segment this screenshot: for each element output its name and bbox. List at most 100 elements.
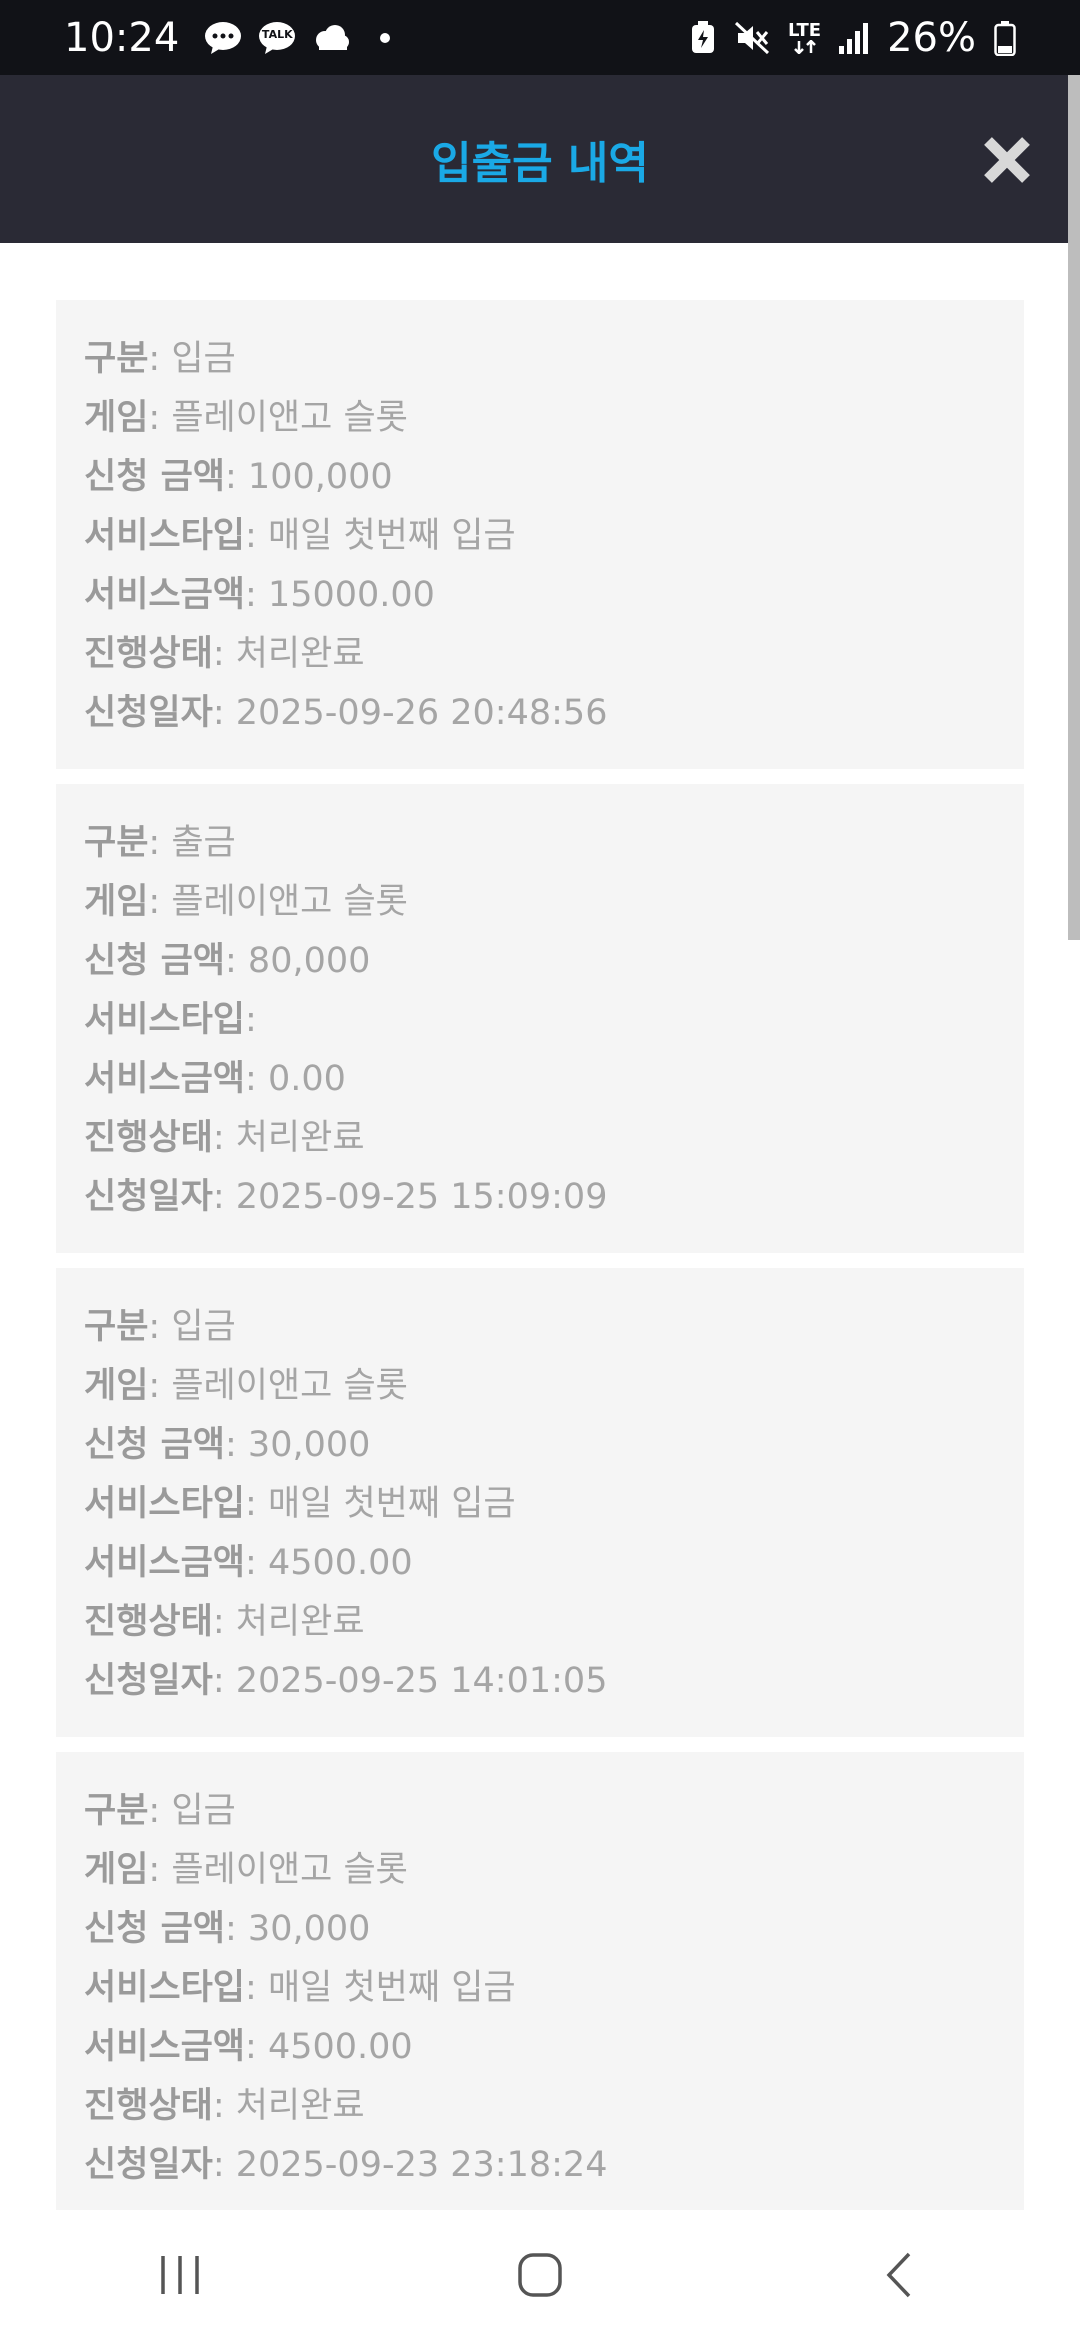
- field-separator: :: [212, 1602, 236, 1642]
- record-row-type: 구분: 출금: [84, 814, 996, 873]
- field-label: 신청 금액: [84, 457, 225, 497]
- field-label: 서비스금액: [84, 575, 246, 615]
- field-value: 2025-09-25 15:09:09: [235, 1177, 608, 1217]
- home-icon: [518, 2253, 562, 2297]
- field-value: 플레이앤고 슬롯: [171, 398, 408, 438]
- field-separator: :: [212, 1661, 236, 1701]
- battery-percent: 26%: [887, 14, 976, 61]
- battery-saver-icon: [690, 20, 716, 55]
- lte-icon: LTE: [788, 21, 821, 54]
- field-value: 매일 첫번째 입금: [267, 1484, 516, 1524]
- record-row-amount: 신청 금액: 30,000: [84, 1900, 996, 1959]
- field-separator: :: [148, 823, 172, 863]
- record-row-game: 게임: 플레이앤고 슬롯: [84, 873, 996, 932]
- record-row-type: 구분: 입금: [84, 330, 996, 389]
- field-label: 구분: [84, 1307, 149, 1347]
- field-value: 처리완료: [235, 634, 365, 674]
- field-label: 서비스타입: [84, 516, 246, 556]
- back-button[interactable]: [840, 2225, 960, 2325]
- back-icon: [886, 2252, 911, 2298]
- field-separator: :: [148, 1307, 172, 1347]
- record-row-service-type: 서비스타입:: [84, 991, 996, 1050]
- record-row-status: 진행상태: 처리완료: [84, 2077, 996, 2136]
- field-label: 서비스타입: [84, 1000, 246, 1040]
- signal-icon: [839, 22, 869, 54]
- record-row-service-type: 서비스타입: 매일 첫번째 입금: [84, 507, 996, 566]
- field-label: 신청일자: [84, 1661, 213, 1701]
- field-value: 4500.00: [267, 1543, 413, 1583]
- field-label: 게임: [84, 1850, 149, 1890]
- record-row-game: 게임: 플레이앤고 슬롯: [84, 1841, 996, 1900]
- field-value: 30,000: [247, 1425, 371, 1465]
- record-row-game: 게임: 플레이앤고 슬롯: [84, 389, 996, 448]
- field-value: 플레이앤고 슬롯: [171, 1366, 408, 1406]
- record-row-service-type: 서비스타입: 매일 첫번째 입금: [84, 1959, 996, 2018]
- field-value: 처리완료: [235, 1602, 365, 1642]
- cloud-icon: [311, 24, 351, 52]
- scrollbar[interactable]: [1068, 75, 1080, 940]
- transaction-card: 구분: 입금 게임: 플레이앤고 슬롯 신청 금액: 100,000 서비스타입: 매…: [56, 300, 1024, 769]
- record-row-date: 신청일자: 2025-09-25 15:09:09: [84, 1168, 996, 1227]
- record-row-status: 진행상태: 처리완료: [84, 625, 996, 684]
- record-row-service-amount: 서비스금액: 15000.00: [84, 566, 996, 625]
- field-separator: :: [225, 457, 248, 497]
- record-row-date: 신청일자: 2025-09-23 23:18:24: [84, 2136, 996, 2195]
- field-label: 진행상태: [84, 2086, 213, 2126]
- record-row-date: 신청일자: 2025-09-25 14:01:05: [84, 1652, 996, 1711]
- field-separator: :: [245, 516, 268, 556]
- field-label: 진행상태: [84, 1602, 213, 1642]
- field-separator: :: [245, 1000, 257, 1040]
- status-right: LTE 26%: [690, 15, 1016, 61]
- battery-icon: [994, 20, 1016, 56]
- field-separator: :: [225, 1909, 248, 1949]
- record-row-amount: 신청 금액: 100,000: [84, 448, 996, 507]
- field-value: 입금: [171, 1791, 236, 1831]
- field-value: 매일 첫번째 입금: [267, 1968, 516, 2008]
- field-label: 서비스타입: [84, 1968, 246, 2008]
- record-row-status: 진행상태: 처리완료: [84, 1109, 996, 1168]
- field-value: 플레이앤고 슬롯: [171, 1850, 408, 1890]
- close-button[interactable]: [982, 135, 1032, 185]
- field-label: 게임: [84, 882, 149, 922]
- field-separator: :: [148, 339, 172, 379]
- field-label: 신청일자: [84, 1177, 213, 1217]
- field-label: 신청일자: [84, 693, 213, 733]
- field-value: 30,000: [247, 1909, 371, 1949]
- field-label: 서비스금액: [84, 1543, 246, 1583]
- status-bar: 10:24 TALK LTE 26%: [0, 0, 1080, 75]
- status-left: 10:24 TALK: [64, 15, 391, 61]
- transaction-card: 구분: 출금 게임: 플레이앤고 슬롯 신청 금액: 80,000 서비스타입: 서비…: [56, 784, 1024, 1253]
- field-label: 진행상태: [84, 1118, 213, 1158]
- recent-apps-button[interactable]: [120, 2225, 240, 2325]
- navigation-bar: [0, 2210, 1080, 2340]
- page-title: 입출금 내역: [431, 138, 649, 189]
- field-label: 신청일자: [84, 2145, 213, 2185]
- field-value: 4500.00: [267, 2027, 413, 2067]
- field-label: 서비스금액: [84, 2027, 246, 2067]
- record-row-service-amount: 서비스금액: 4500.00: [84, 2018, 996, 2077]
- chat-bubble-icon: [203, 20, 243, 56]
- kakaotalk-icon: TALK: [257, 20, 297, 56]
- field-separator: :: [225, 941, 248, 981]
- field-separator: :: [148, 1366, 172, 1406]
- dot-icon: [379, 32, 391, 44]
- field-value: 처리완료: [235, 2086, 365, 2126]
- field-value: 출금: [171, 823, 236, 863]
- kakaotalk-label: TALK: [261, 27, 293, 41]
- field-separator: :: [225, 1425, 248, 1465]
- close-icon: [984, 137, 1030, 183]
- field-value: 입금: [171, 339, 236, 379]
- field-value: 0.00: [267, 1059, 346, 1099]
- record-row-amount: 신청 금액: 30,000: [84, 1416, 996, 1475]
- field-separator: :: [245, 575, 268, 615]
- field-separator: :: [212, 693, 236, 733]
- record-row-status: 진행상태: 처리완료: [84, 1593, 996, 1652]
- home-button[interactable]: [480, 2225, 600, 2325]
- field-value: 플레이앤고 슬롯: [171, 882, 408, 922]
- field-separator: :: [148, 398, 172, 438]
- field-value: 매일 첫번째 입금: [267, 516, 516, 556]
- field-separator: :: [245, 2027, 268, 2067]
- record-row-game: 게임: 플레이앤고 슬롯: [84, 1357, 996, 1416]
- field-separator: :: [148, 882, 172, 922]
- field-value: 2025-09-25 14:01:05: [235, 1661, 608, 1701]
